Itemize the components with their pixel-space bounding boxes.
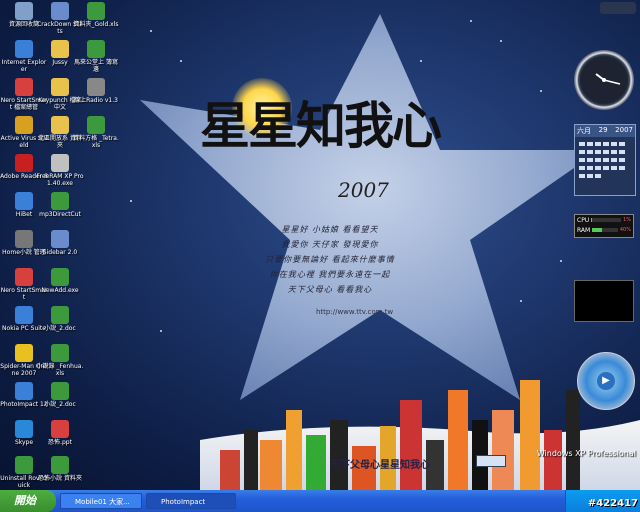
clock-gadget[interactable] <box>574 50 634 110</box>
internet-explorer-icon <box>15 40 33 58</box>
poem-line: 你在我心裡 我們要永遠在一起 <box>269 270 391 279</box>
clock-hands-icon <box>595 73 621 85</box>
nero-icon <box>15 78 33 96</box>
game-icon <box>15 344 33 362</box>
desktop: 星星知我心 2007 星星好 小姑娘 看看望天 我愛你 天仔家 發現愛你 只要你… <box>0 0 640 490</box>
excel-file-icon <box>87 116 105 134</box>
desktop-icon[interactable]: 資料夾_Gold.xls <box>72 2 120 28</box>
desktop-icon[interactable]: mp3DirectCut <box>36 192 84 218</box>
taskbar: 開始 Mobile01 大家... PhotoImpact <box>0 490 640 512</box>
folder-icon <box>51 40 69 58</box>
mp3-icon <box>51 192 69 210</box>
powerpoint-file-icon <box>51 420 69 438</box>
desktop-icon[interactable]: 恐怖.ppt <box>36 420 84 446</box>
desktop-icon[interactable]: FreeRAM XP Pro 1.40.exe <box>36 154 84 187</box>
app-icon <box>15 456 33 474</box>
word-file-icon <box>51 306 69 324</box>
desktop-icon[interactable]: 恐怖小說 資料夾 <box>36 456 84 482</box>
cpu-meter-gadget[interactable]: CPU 1% RAM 40% <box>574 214 634 238</box>
ram-icon <box>51 154 69 172</box>
calendar-dates-icon <box>579 142 625 178</box>
calendar-day: 29 <box>598 126 608 134</box>
watermark: #422417 <box>587 498 638 509</box>
taskbar-button-mobile01[interactable]: Mobile01 大家... <box>60 493 142 509</box>
ram-value: 40% <box>619 227 631 233</box>
nero-icon <box>15 268 33 286</box>
excel-file-icon <box>51 344 69 362</box>
shield-icon <box>15 116 33 134</box>
app-icon <box>15 230 33 248</box>
desktop-icon[interactable]: Sidebar 2.0 <box>36 230 84 256</box>
desktop-icon[interactable]: 馬來公堂上 簿寫邊 <box>72 40 120 73</box>
radio-icon <box>87 78 105 96</box>
desktop-icon[interactable]: 小說_2.doc <box>36 382 84 408</box>
nokia-icon <box>15 306 33 324</box>
adobe-reader-icon <box>15 154 33 172</box>
wallpaper-poem: 星星好 小姑娘 看看望天 我愛你 天仔家 發現愛你 只要你要無論好 看起來什麼事… <box>230 222 430 297</box>
wallpaper-url: http://www.ttv.com.tw <box>316 308 394 316</box>
windows-brand: Windows XP Professional <box>536 449 636 458</box>
sidebar-controls[interactable] <box>600 2 636 14</box>
poem-line: 天下父母心 看看我心 <box>287 285 373 294</box>
cpu-row: CPU 1% <box>575 215 633 225</box>
folder-icon <box>51 116 69 134</box>
ram-label: RAM <box>577 226 591 234</box>
cpu-bar <box>591 218 622 222</box>
photoimpact-icon <box>15 382 33 400</box>
excel-file-icon <box>87 40 105 58</box>
ram-bar <box>592 228 618 232</box>
calendar-gadget[interactable]: 六月 29 2007 <box>574 124 636 196</box>
wallpaper-year: 2007 <box>338 178 389 202</box>
desktop-icons: 資源回收筒 CrackDown Stats 資料夾_Gold.xls Inter… <box>0 0 120 490</box>
start-button[interactable]: 開始 <box>0 490 56 512</box>
media-player-gadget[interactable]: ▶ <box>577 352 635 410</box>
cpu-value: 1% <box>623 217 631 223</box>
app-icon <box>15 192 33 210</box>
folder-icon <box>51 456 69 474</box>
poem-line: 我愛你 天仔家 發現愛你 <box>281 240 379 249</box>
poem-line: 只要你要無論好 看起來什麼事情 <box>265 255 395 264</box>
ram-row: RAM 40% <box>575 225 633 235</box>
skype-icon <box>15 420 33 438</box>
app-icon <box>51 2 69 20</box>
play-button[interactable]: ▶ <box>597 372 615 390</box>
wallpaper-title: 星星知我心 <box>200 96 442 155</box>
app-icon <box>51 268 69 286</box>
calendar-year: 2007 <box>615 126 633 134</box>
word-file-icon <box>51 382 69 400</box>
cpu-label: CPU <box>577 216 590 224</box>
excel-file-icon <box>87 2 105 20</box>
wallpaper-bottom-text: 天下父母心星星知我心 <box>330 460 430 471</box>
desktop-icon[interactable]: 小說_2.doc <box>36 306 84 332</box>
desktop-icon[interactable]: 線上Radio v1.3 <box>72 78 120 104</box>
recycle-bin-icon <box>15 2 33 20</box>
calendar-grid <box>575 137 635 193</box>
taskbar-button-photoimpact[interactable]: PhotoImpact <box>146 493 236 509</box>
desktop-icon[interactable]: 資料方格 _Tetra.xls <box>72 116 120 149</box>
gear-icon <box>51 230 69 248</box>
desktop-icon[interactable]: 小說錄 _Fenhua.xls <box>36 344 84 377</box>
calendar-header: 六月 29 2007 <box>575 125 635 137</box>
language-bar[interactable] <box>476 455 506 467</box>
slideshow-gadget[interactable] <box>574 280 634 322</box>
folder-icon <box>51 78 69 96</box>
desktop-icon[interactable]: NewAdd.exe <box>36 268 84 294</box>
poem-line: 星星好 小姑娘 看看望天 <box>281 225 379 234</box>
calendar-month: 六月 <box>577 127 591 135</box>
ram-bar-fill <box>592 228 603 232</box>
